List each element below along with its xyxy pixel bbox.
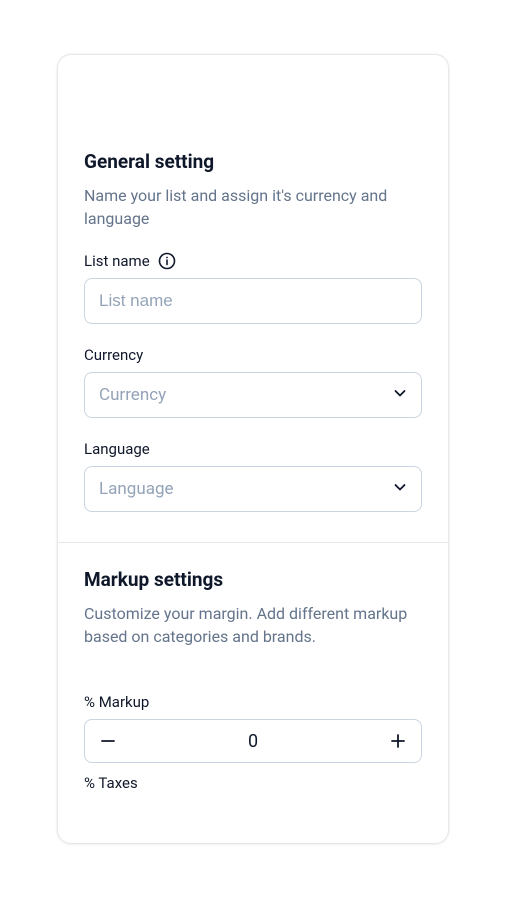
markup-section: Markup settings Customize your margin. A… [58,543,448,822]
general-subtitle: Name your list and assign it's currency … [84,184,422,230]
markup-title: Markup settings [84,569,422,592]
general-title: General setting [84,151,422,174]
list-name-label: List name [84,252,150,270]
language-label: Language [84,440,150,458]
percent-markup-label-row: % Markup [84,692,422,711]
currency-select[interactable]: Currency [84,372,422,418]
plus-icon [389,732,407,750]
info-icon[interactable] [158,252,176,270]
percent-taxes-label: % Taxes [84,774,138,792]
language-select-wrap: Language [84,466,422,512]
list-name-field: List name [84,252,422,324]
currency-select-placeholder: Currency [99,385,166,405]
language-select-placeholder: Language [99,479,174,499]
percent-markup-stepper: 0 [84,719,422,763]
minus-icon [99,732,117,750]
language-label-row: Language [84,440,422,458]
currency-select-wrap: Currency [84,372,422,418]
language-select[interactable]: Language [84,466,422,512]
markup-decrease-button[interactable] [85,720,131,762]
currency-label-row: Currency [84,346,422,364]
spacer [84,648,422,692]
currency-label: Currency [84,346,143,364]
list-name-input[interactable] [84,278,422,324]
general-section: General setting Name your list and assig… [58,55,448,542]
currency-field: Currency Currency [84,346,422,418]
markup-subtitle: Customize your margin. Add different mar… [84,602,422,648]
markup-increase-button[interactable] [375,720,421,762]
percent-markup-label: % Markup [84,693,149,711]
percent-markup-value: 0 [131,731,375,752]
language-field: Language Language [84,440,422,512]
settings-card: General setting Name your list and assig… [57,54,449,844]
percent-taxes-label-row: % Taxes [84,773,422,792]
list-name-label-row: List name [84,252,422,270]
